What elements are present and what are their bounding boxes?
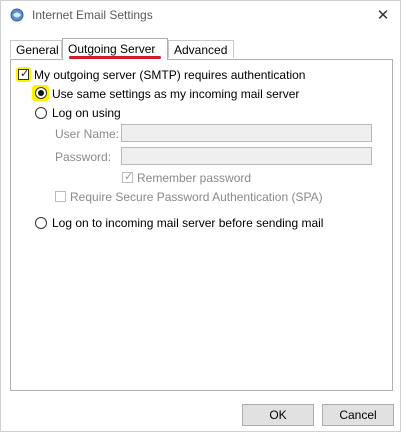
checkmark-icon: ✓ [124,171,134,183]
tab-general[interactable]: General [10,40,62,58]
window-title: Internet Email Settings [32,8,153,22]
smtp-auth-checkbox[interactable]: ✓ [18,68,30,80]
tab-advanced[interactable]: Advanced [168,40,234,58]
checkmark-icon: ✓ [20,68,30,80]
log-on-incoming-label: Log on to incoming mail server before se… [52,216,324,230]
spa-label: Require Secure Password Authentication (… [70,190,323,204]
tab-general-label: General [16,43,59,57]
password-label: Password: [55,150,112,164]
use-same-settings-label: Use same settings as my incoming mail se… [52,87,300,101]
log-on-using-radio[interactable] [35,107,47,119]
tab-outgoing-server[interactable]: Outgoing Server [62,38,168,60]
annotation-underline [69,56,161,59]
ok-button[interactable]: OK [242,404,314,426]
use-same-settings-radio[interactable] [35,87,47,99]
mail-settings-icon [10,8,24,22]
password-field[interactable] [121,147,372,165]
smtp-auth-label: My outgoing server (SMTP) requires authe… [34,68,306,82]
title-bar: Internet Email Settings ✕ [1,1,400,31]
outgoing-server-panel: ✓ My outgoing server (SMTP) requires aut… [10,59,393,391]
internet-email-settings-dialog: Internet Email Settings ✕ General Outgoi… [0,0,401,432]
remember-password-label: Remember password [137,171,252,185]
tab-outgoing-server-label: Outgoing Server [68,42,156,56]
cancel-button[interactable]: Cancel [322,404,394,426]
user-name-label: User Name: [55,127,120,141]
close-icon[interactable]: ✕ [366,1,400,31]
log-on-using-label: Log on using [52,106,121,120]
tab-advanced-label: Advanced [174,43,228,57]
radio-selected-dot [38,90,44,96]
spa-checkbox[interactable] [55,191,66,202]
log-on-incoming-radio[interactable] [35,217,47,229]
remember-password-checkbox[interactable]: ✓ [122,171,134,183]
user-name-field[interactable] [121,124,372,142]
